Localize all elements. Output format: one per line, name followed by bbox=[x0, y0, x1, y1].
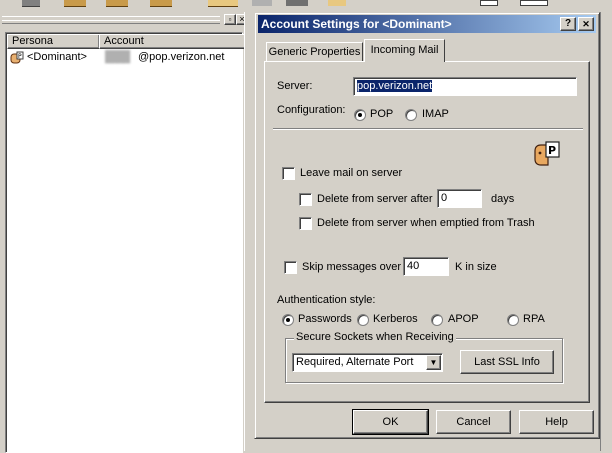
svg-text:P: P bbox=[548, 144, 556, 157]
account-settings-dialog: Account Settings for <Dominant> ? ✕ Gene… bbox=[254, 12, 600, 439]
configuration-label: Configuration: bbox=[277, 104, 346, 116]
close-title-button[interactable]: ✕ bbox=[578, 17, 594, 31]
passwords-label: Passwords bbox=[298, 313, 352, 325]
imap-label: IMAP bbox=[422, 108, 449, 120]
passwords-radio[interactable] bbox=[282, 314, 294, 326]
delete-trash-checkbox[interactable] bbox=[299, 217, 312, 230]
persona-list: Persona Account P <Dominant> ████ @pop.v… bbox=[5, 32, 246, 453]
panel-splitter[interactable] bbox=[244, 12, 253, 451]
toolbar-button-8[interactable] bbox=[328, 0, 346, 6]
kb-label: K in size bbox=[455, 261, 497, 273]
tab-incoming-mail[interactable]: Incoming Mail bbox=[364, 39, 445, 62]
apop-label: APOP bbox=[448, 313, 479, 325]
help-button[interactable]: Help bbox=[519, 410, 594, 434]
toolbar-button-7[interactable] bbox=[286, 0, 308, 6]
rpa-label: RPA bbox=[523, 313, 545, 325]
leave-mail-checkbox[interactable] bbox=[282, 167, 295, 180]
dialog-title: Account Settings for <Dominant> bbox=[261, 17, 452, 31]
pop-label: POP bbox=[370, 108, 394, 120]
leave-mail-label: Leave mail on server bbox=[300, 167, 403, 179]
auth-style-label: Authentication style: bbox=[277, 294, 376, 306]
personalities-panel: ▫ × Persona Account P <Dominant> ████ @p… bbox=[0, 12, 252, 453]
cancel-button[interactable]: Cancel bbox=[436, 410, 511, 434]
server-label: Server: bbox=[277, 80, 313, 92]
skip-size-input[interactable]: 40 bbox=[403, 257, 449, 276]
persona-icon: P bbox=[10, 51, 24, 64]
kerberos-label: Kerberos bbox=[373, 313, 418, 325]
toolbar-button-10[interactable] bbox=[520, 0, 548, 6]
help-title-button[interactable]: ? bbox=[560, 17, 576, 31]
skip-messages-checkbox[interactable] bbox=[284, 261, 297, 274]
delete-after-label: Delete from server after bbox=[317, 193, 433, 205]
toolbar-button-2[interactable] bbox=[64, 0, 86, 7]
delete-after-checkbox[interactable] bbox=[299, 193, 312, 206]
delete-trash-label: Delete from server when emptied from Tra… bbox=[317, 217, 535, 229]
panel-grip-2[interactable] bbox=[2, 20, 220, 21]
ok-button[interactable]: OK bbox=[352, 409, 429, 435]
chevron-down-icon[interactable]: ▼ bbox=[426, 355, 441, 370]
imap-radio[interactable] bbox=[405, 109, 417, 121]
toolbar-button-9[interactable] bbox=[480, 0, 498, 6]
ssl-select-value: Required, Alternate Port bbox=[296, 356, 414, 368]
tab-page: Server: pop.verizon.net Configuration: P… bbox=[264, 61, 590, 403]
divider bbox=[273, 128, 583, 130]
column-header-persona[interactable]: Persona bbox=[7, 34, 100, 49]
server-value: pop.verizon.net bbox=[357, 80, 433, 92]
account-domain: @pop.verizon.net bbox=[138, 51, 225, 63]
toolbar-button-3[interactable] bbox=[106, 0, 128, 7]
ssl-select[interactable]: Required, Alternate Port ▼ bbox=[292, 353, 443, 372]
toolbar-button-5[interactable] bbox=[208, 0, 238, 7]
pop-radio[interactable] bbox=[354, 109, 366, 121]
rpa-radio[interactable] bbox=[507, 314, 519, 326]
panel-restore-button[interactable]: ▫ bbox=[224, 14, 236, 25]
kerberos-radio[interactable] bbox=[357, 314, 369, 326]
apop-radio[interactable] bbox=[431, 314, 443, 326]
persona-name: <Dominant> bbox=[27, 51, 87, 63]
toolbar bbox=[0, 0, 612, 12]
ssl-group-label: Secure Sockets when Receiving bbox=[294, 331, 456, 343]
list-item[interactable]: P <Dominant> ████ @pop.verizon.net bbox=[7, 50, 241, 66]
right-edge-background bbox=[600, 12, 612, 451]
column-header-account[interactable]: Account bbox=[99, 34, 246, 49]
last-ssl-info-button[interactable]: Last SSL Info bbox=[460, 350, 554, 374]
toolbar-button-4[interactable] bbox=[150, 0, 172, 7]
server-input[interactable]: pop.verizon.net bbox=[353, 77, 577, 96]
days-label: days bbox=[491, 193, 515, 205]
delete-days-input[interactable]: 0 bbox=[437, 189, 482, 208]
tab-generic-properties[interactable]: Generic Properties bbox=[266, 42, 363, 61]
toolbar-button-6[interactable] bbox=[252, 0, 272, 6]
svg-text:P: P bbox=[18, 53, 22, 60]
personality-icon: P bbox=[532, 139, 562, 169]
ssl-group: Secure Sockets when Receiving Required, … bbox=[285, 331, 563, 383]
skip-messages-label: Skip messages over bbox=[302, 261, 402, 273]
dialog-title-bar[interactable]: Account Settings for <Dominant> ? ✕ bbox=[258, 15, 596, 33]
account-user-blurred: ████ bbox=[105, 51, 130, 63]
toolbar-button-1[interactable] bbox=[22, 0, 40, 7]
